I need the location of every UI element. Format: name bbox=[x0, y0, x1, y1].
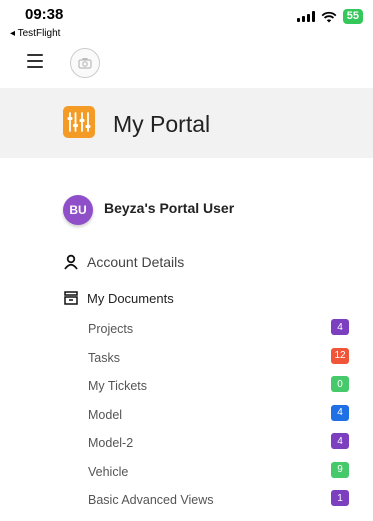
user-avatar[interactable]: BU bbox=[63, 195, 93, 225]
camera-placeholder-icon bbox=[78, 58, 92, 69]
cellular-signal-icon bbox=[296, 11, 315, 22]
document-item-label: Projects bbox=[88, 322, 134, 336]
document-item[interactable]: Basic Advanced Views 1 bbox=[0, 485, 373, 514]
documents-tray-icon bbox=[64, 291, 78, 305]
status-time: 09:38 bbox=[25, 6, 64, 23]
user-name: Beyza's Portal User bbox=[104, 200, 235, 216]
count-badge: 4 bbox=[331, 319, 349, 335]
app-bar bbox=[0, 40, 373, 88]
back-to-testflight-link[interactable]: ◂ TestFlight bbox=[10, 28, 60, 39]
document-item[interactable]: Projects 4 bbox=[0, 314, 373, 343]
my-documents-label: My Documents bbox=[87, 290, 174, 306]
document-item-label: Basic Advanced Views bbox=[88, 493, 214, 507]
hamburger-icon[interactable] bbox=[27, 54, 43, 68]
documents-list: Projects 4 Tasks 12 My Tickets 0 Model 4 Model-2… bbox=[0, 314, 373, 514]
document-item[interactable]: Model 4 bbox=[0, 400, 373, 429]
wifi-icon bbox=[321, 11, 337, 22]
account-details-item[interactable]: Account Details bbox=[63, 254, 184, 270]
count-badge: 1 bbox=[331, 490, 349, 506]
document-item-label: Model-2 bbox=[88, 436, 134, 450]
count-badge: 12 bbox=[331, 347, 349, 364]
status-icons: 55 bbox=[296, 9, 363, 24]
document-item-label: Tasks bbox=[88, 350, 120, 365]
document-item[interactable]: Tasks 12 bbox=[0, 343, 373, 372]
sliders-logo-icon bbox=[67, 112, 91, 132]
status-bar: 09:38 ◂ TestFlight 55 bbox=[0, 0, 373, 40]
document-item-label: Vehicle bbox=[88, 464, 129, 479]
count-badge: 4 bbox=[331, 433, 349, 449]
count-badge: 0 bbox=[331, 376, 349, 392]
my-documents-item[interactable]: My Documents bbox=[63, 290, 174, 306]
count-badge: 4 bbox=[331, 404, 349, 421]
battery-indicator: 55 bbox=[342, 9, 363, 24]
page-title: My Portal bbox=[113, 111, 211, 137]
profile-photo-button[interactable] bbox=[70, 48, 100, 78]
document-item-label: My Tickets bbox=[88, 379, 148, 393]
portal-header: My Portal bbox=[0, 88, 373, 158]
document-item[interactable]: My Tickets 0 bbox=[0, 371, 373, 400]
document-item[interactable]: Vehicle 9 bbox=[0, 457, 373, 486]
account-details-label: Account Details bbox=[87, 254, 185, 270]
portal-logo bbox=[63, 106, 95, 138]
document-item[interactable]: Model-2 4 bbox=[0, 428, 373, 457]
person-icon bbox=[64, 254, 78, 270]
document-item-label: Model bbox=[88, 407, 123, 422]
count-badge: 9 bbox=[331, 461, 349, 478]
